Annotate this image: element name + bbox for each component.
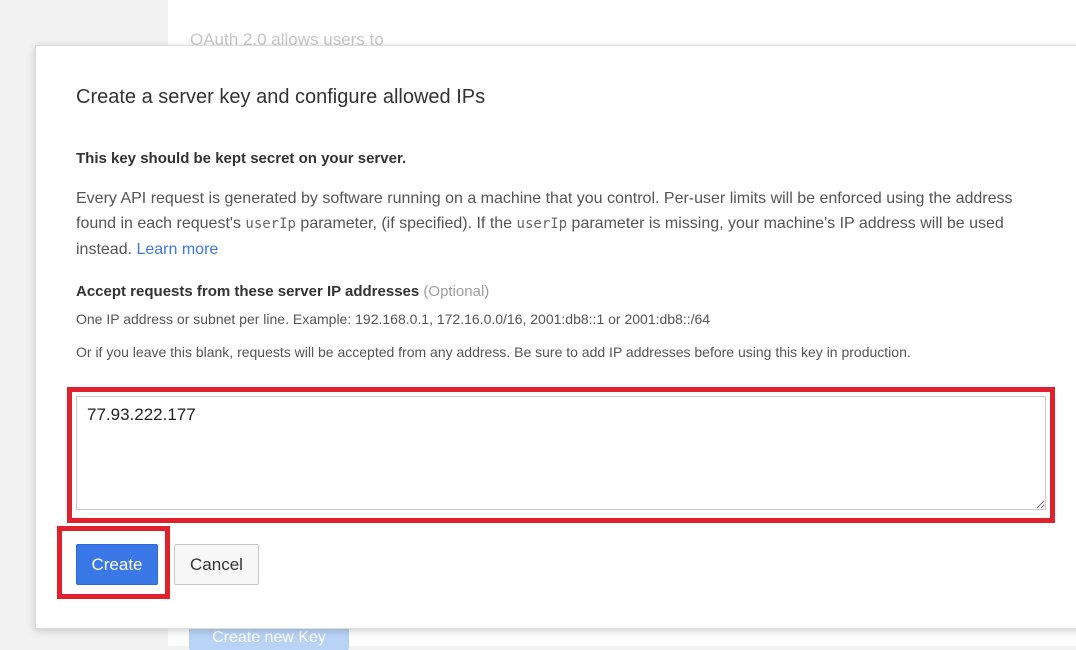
dialog-title: Create a server key and configure allowe… — [76, 86, 486, 108]
create-button[interactable]: Create — [76, 544, 158, 585]
secret-heading: This key should be kept secret on your s… — [76, 150, 407, 167]
description-part2: parameter, (if specified). If the — [295, 215, 517, 232]
learn-more-link[interactable]: Learn more — [136, 241, 218, 258]
ip-field-note: Or if you leave this blank, requests wil… — [76, 344, 911, 360]
userip-code-1: userIp — [245, 216, 296, 232]
ip-field-label-text: Accept requests from these server IP add… — [76, 283, 420, 300]
ip-field-label: Accept requests from these server IP add… — [76, 283, 489, 300]
description-text: Every API request is generated by softwa… — [76, 186, 1056, 262]
userip-code-2: userIp — [516, 216, 568, 232]
create-new-key-button[interactable]: Create new Key — [189, 626, 349, 650]
ip-addresses-textarea[interactable]: 77.93.222.177 — [76, 396, 1046, 510]
cancel-button[interactable]: Cancel — [174, 544, 259, 585]
optional-tag: (Optional) — [423, 283, 490, 300]
create-server-key-dialog: Create a server key and configure allowe… — [35, 45, 1076, 629]
ip-field-hint: One IP address or subnet per line. Examp… — [76, 311, 711, 327]
